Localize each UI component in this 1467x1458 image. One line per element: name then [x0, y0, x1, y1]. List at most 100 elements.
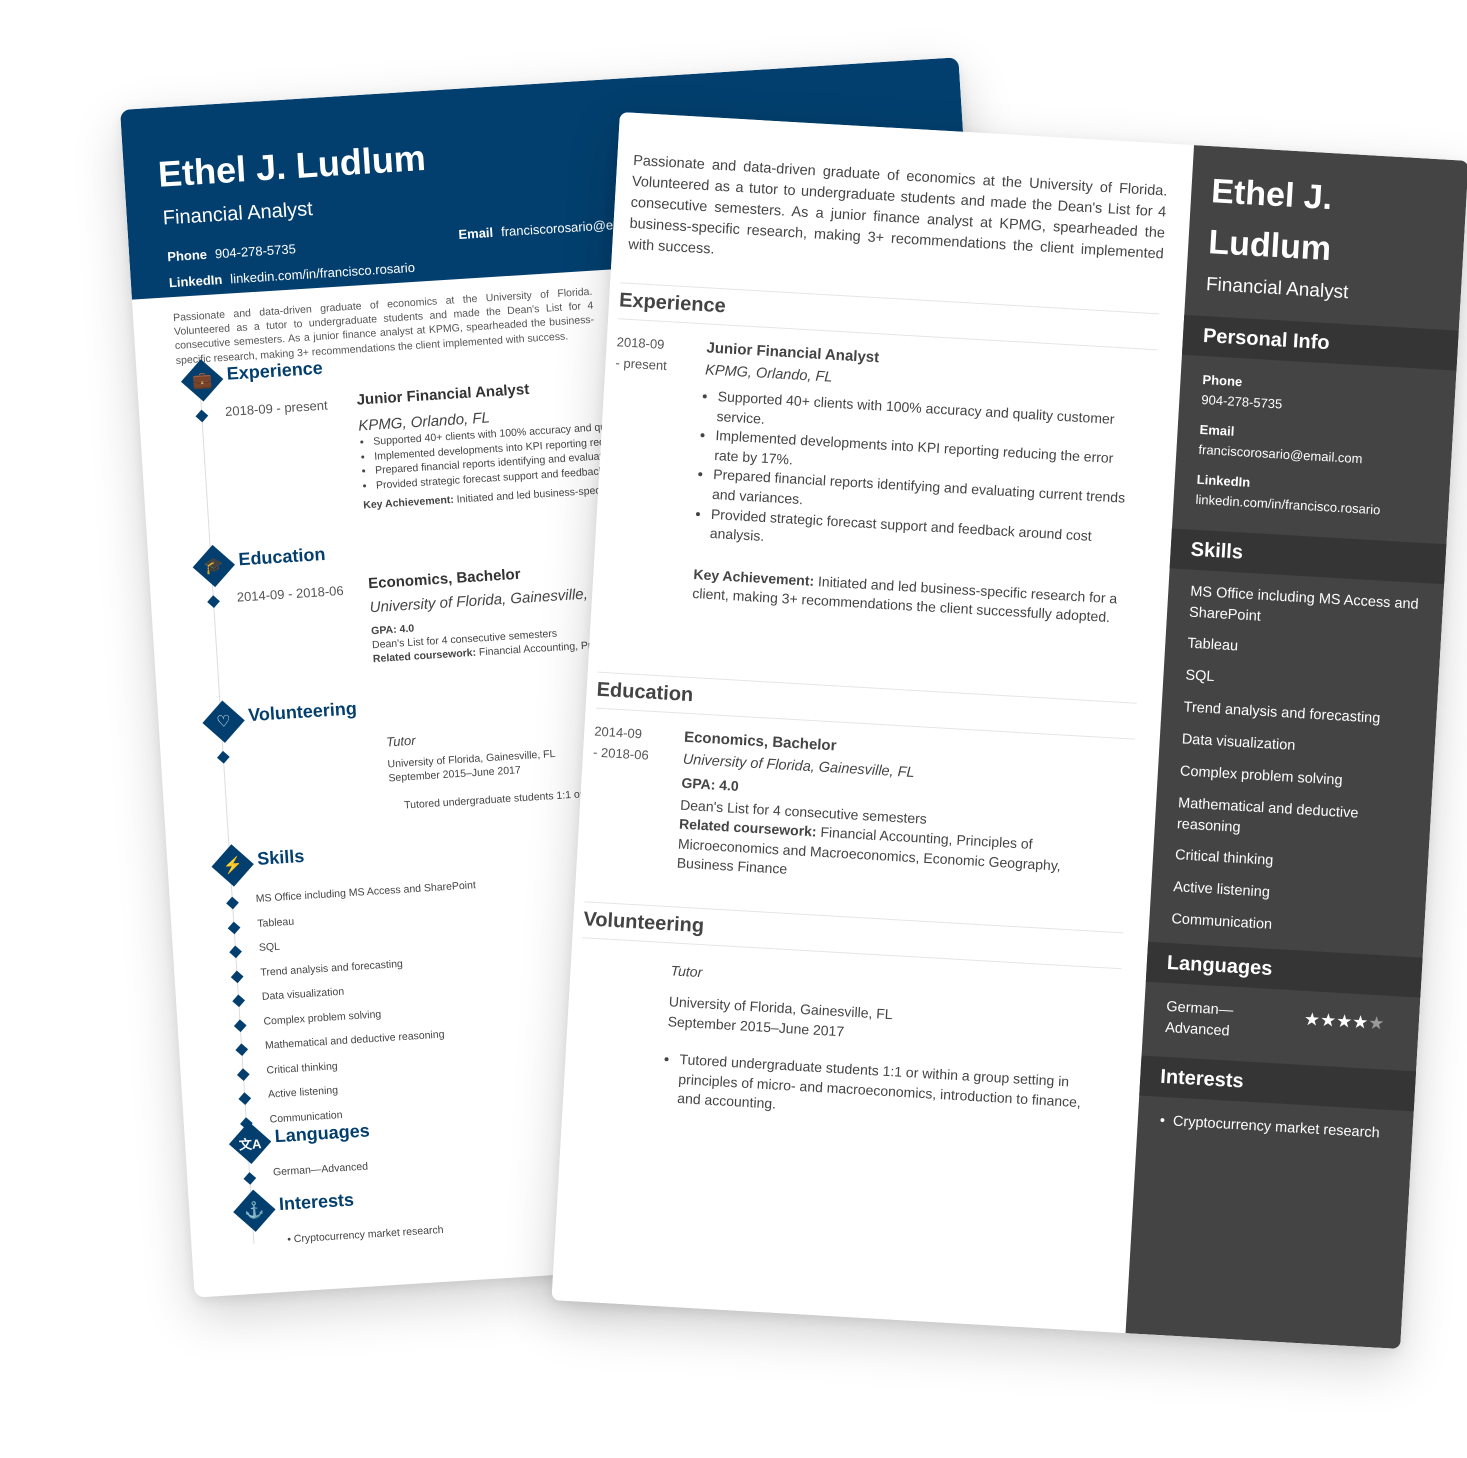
skill-item: MS Office including MS Access and ShareP… [1188, 583, 1420, 625]
candidate-name: Ethel J. Ludlum [1207, 172, 1334, 269]
volunteer-bullets: Tutored undergraduate students 1:1 or wi… [663, 1049, 1106, 1133]
email-value: franciscorosario@email.com [1198, 441, 1363, 467]
candidate-name: Ethel J. Ludlum [156, 136, 427, 195]
candidate-title: Financial Analyst [162, 198, 314, 230]
volunteer-role: Tutor [385, 732, 417, 750]
date-end: - 2018-06 [592, 744, 650, 763]
timeline-marker [195, 409, 209, 423]
skill-item: Data visualization [1181, 731, 1296, 754]
degree: Economics, Bachelor [367, 565, 522, 593]
languages-heading: Languages [1145, 941, 1423, 998]
skill-item: Mathematical and deductive reasoning [264, 1028, 445, 1052]
skill-item: Trend analysis and forecasting [260, 957, 404, 979]
interest-item: • Cryptocurrency market research [286, 1223, 444, 1246]
language-item: German— Advanced [1164, 998, 1234, 1040]
date-start: 2018-09 [616, 334, 665, 352]
timeline-marker [227, 921, 241, 934]
section-title: Interests [278, 1189, 355, 1215]
skill-item: Critical thinking [1174, 847, 1274, 869]
phone-contact: Phone 904-278-5735 [167, 241, 296, 264]
skill-item: Communication [1170, 911, 1273, 933]
phone-label: Phone [166, 246, 208, 265]
phone-value: 904-278-5735 [1200, 391, 1283, 412]
heart-icon: ♡ [215, 713, 232, 732]
skill-item: Complex problem solving [263, 1007, 382, 1028]
skill-item: Active listening [267, 1084, 339, 1101]
timeline-marker [226, 896, 239, 910]
timeline-marker [216, 750, 230, 764]
experience-entry: Junior Financial Analyst KPMG, Orlando, … [692, 339, 1147, 629]
lightbulb-icon: ⚡ [222, 856, 244, 876]
skill-item: Tableau [1186, 635, 1239, 655]
timeline-marker [243, 1172, 257, 1185]
skill-item: Data visualization [261, 985, 345, 1003]
skill-item: MS Office including MS Access and ShareP… [255, 879, 477, 906]
translate-icon: 文A [238, 1135, 262, 1153]
job-title: Junior Financial Analyst [356, 380, 530, 409]
timeline-marker [229, 945, 242, 959]
gpa: GPA: 4.0 [370, 622, 415, 638]
date-start: 2014-09 [593, 723, 643, 742]
linkedin-contact: LinkedIn linkedin.com/in/francisco.rosari… [168, 260, 415, 290]
phone-label: Phone [1202, 371, 1243, 390]
interest-text: Cryptocurrency market research [1172, 1113, 1381, 1142]
phone-value: 904-278-5735 [214, 241, 297, 262]
skill-item: Mathematical and deductive reasoning [1176, 795, 1359, 836]
education-dates: 2014-09 - 2018-06 [236, 582, 345, 605]
key-achievement: Key Achievement: Initiated and led busin… [692, 565, 1134, 629]
section-title-experience: Experience [618, 282, 1160, 351]
linkedin-label: LinkedIn [168, 271, 223, 291]
skill-item: Critical thinking [266, 1059, 339, 1077]
skill-item: Trend analysis and forecasting [1183, 699, 1381, 727]
timeline-marker [233, 1018, 247, 1032]
briefcase-icon: 💼 [191, 371, 213, 390]
linkedin-label: LinkedIn [1196, 471, 1251, 490]
star-filled-icon: ★ [1319, 1009, 1337, 1031]
timeline-marker [236, 1067, 250, 1081]
interest-text: Cryptocurrency market research [293, 1223, 444, 1246]
skill-item: Complex problem solving [1179, 763, 1343, 789]
section-title-education: Education [595, 671, 1137, 740]
email-label: Email [458, 224, 494, 242]
resume-main-column: Passionate and data-driven graduate of e… [551, 112, 1195, 1334]
summary-text: Passionate and data-driven graduate of e… [172, 285, 595, 367]
skill-item: SQL [1185, 667, 1215, 686]
timeline-marker [238, 1092, 252, 1105]
star-empty-icon: ★ [1367, 1012, 1386, 1034]
personal-info-heading: Personal Info [1181, 314, 1459, 371]
section-title: Skills [256, 845, 305, 869]
date-end: - present [615, 354, 668, 373]
experience-dates: 2018-09 - present [615, 332, 669, 376]
skill-item: Tableau [256, 915, 295, 930]
key-achievement-label: Key Achievement: [362, 493, 455, 512]
email-label: Email [1199, 421, 1235, 439]
star-filled-icon: ★ [1303, 1008, 1321, 1030]
section-title: Volunteering [247, 698, 358, 726]
skills-list: MS Office including MS Access and ShareP… [1171, 145, 1467, 933]
language-item: German—Advanced [272, 1160, 369, 1179]
volunteering-entry: Tutor University of Florida, Gainesville… [663, 956, 1111, 1133]
timeline-marker [235, 1043, 249, 1057]
section-title-volunteering: Volunteering [582, 901, 1124, 970]
timeline-marker [207, 595, 220, 608]
education-entry: Economics, Bachelor University of Florid… [676, 729, 1124, 899]
experience-bullets: Supported 40+ clients with 100% accuracy… [695, 386, 1143, 568]
interest-item: • Cryptocurrency market research [1159, 1112, 1381, 1142]
candidate-title: Financial Analyst [1205, 274, 1349, 304]
section-title: Education [237, 544, 326, 570]
interests-heading: Interests [1139, 1055, 1417, 1112]
language-rating: ★★★★★ [1303, 1009, 1385, 1035]
linkedin-value: linkedin.com/in/francisco.rosario [229, 259, 416, 287]
star-filled-icon: ★ [1351, 1011, 1369, 1033]
bullet-item: Tutored undergraduate students 1:1 or wi… [677, 1050, 1106, 1133]
star-filled-icon: ★ [1335, 1010, 1353, 1032]
timeline-marker [232, 994, 246, 1008]
linkedin-value: linkedin.com/in/francisco.rosario [1195, 491, 1381, 518]
timeline-marker [230, 970, 244, 983]
anchor-icon: ⚓ [243, 1202, 265, 1221]
skill-item: SQL [258, 940, 281, 954]
summary-text: Passionate and data-driven graduate of e… [627, 152, 1168, 263]
education-dates: 2014-09 - 2018-06 [592, 722, 650, 767]
front-resume-card: Passionate and data-driven graduate of e… [551, 112, 1467, 1349]
graduation-cap-icon: 🎓 [203, 557, 225, 576]
